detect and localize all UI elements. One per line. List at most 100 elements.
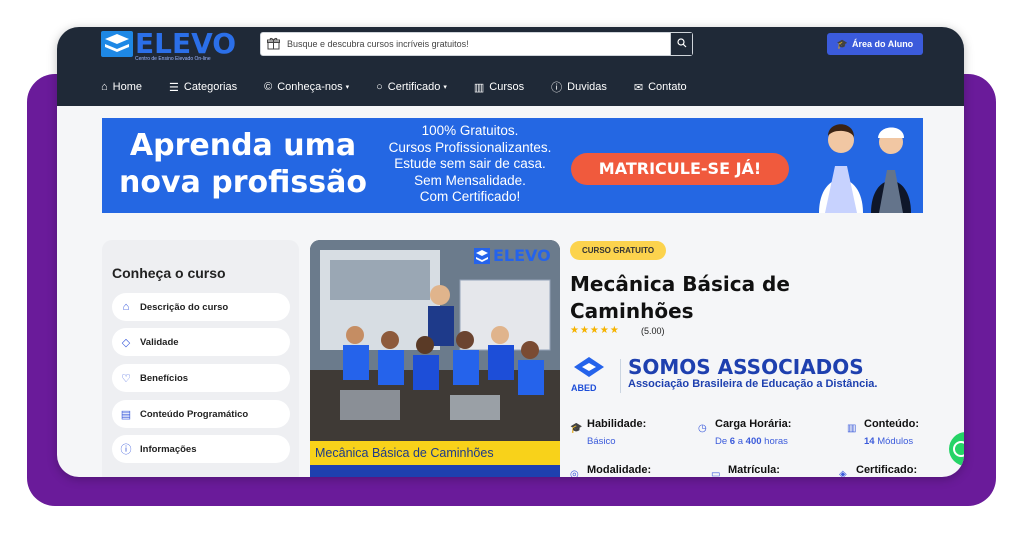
free-course-badge: CURSO GRATUITO	[570, 241, 667, 260]
course-photo-illustration	[310, 240, 560, 441]
top-navbar: ELEVO Centro de Ensino Elevado On-line 🎓…	[57, 27, 964, 106]
detail-label: Carga Horária:	[715, 418, 792, 430]
course-sidebar: Conheça o curso ⌂ Descrição do curso ◇ Val…	[102, 240, 299, 477]
hours-unit: horas	[764, 436, 788, 447]
rating-stars-icon: ★★★★★	[570, 325, 620, 336]
banner-line: Com Certificado!	[419, 189, 521, 204]
sidebar-item-label: Informações	[140, 443, 197, 455]
search-button[interactable]	[670, 33, 692, 55]
id-card-icon: ▭	[711, 469, 721, 477]
detail-habilidade: 🎓 Habilidade: Básico	[570, 418, 680, 452]
certificate-icon: ◈	[839, 469, 847, 477]
gift-icon: ⌂	[122, 301, 130, 313]
course-cover-image: ELEVO Mecânica Básica de Caminhões	[310, 240, 560, 477]
detail-label: Certificado:	[856, 464, 918, 476]
nav-label: Certificado	[387, 81, 441, 93]
detail-label: Conteúdo:	[864, 418, 919, 430]
clock-icon: ◷	[698, 423, 707, 434]
image-brand-logo: ELEVO	[474, 246, 554, 265]
enroll-cta-button[interactable]: MATRICULE-SE JÁ!	[571, 153, 789, 185]
graduation-cap-icon: 🎓	[836, 39, 849, 49]
nav-label: Categorias	[183, 81, 238, 93]
whatsapp-button[interactable]	[949, 432, 964, 466]
sidebar-title: Conheça o curso	[112, 265, 226, 281]
nav-label: Contato	[648, 81, 687, 93]
association-subtitle: Associação Brasileira de Educação a Dist…	[628, 378, 878, 390]
home-icon: ⌂	[101, 81, 108, 93]
detail-value: Básico	[587, 436, 616, 447]
hours-max: 400	[745, 436, 762, 447]
detail-value: 14 Módulos	[864, 436, 913, 447]
detail-label: Matrícula:	[728, 464, 780, 476]
banner-headline: Aprenda uma nova profissão	[119, 128, 367, 200]
sidebar-item-label: Descrição do curso	[140, 301, 229, 313]
nav-label: Cursos	[489, 81, 525, 93]
brand-logo[interactable]: ELEVO Centro de Ensino Elevado On-line	[101, 27, 236, 65]
banner-line: Sem Mensalidade.	[414, 172, 526, 188]
logo-mark-icon	[101, 31, 133, 57]
whatsapp-icon	[953, 441, 964, 457]
image-bottom-strip	[310, 465, 560, 477]
list-icon: ▤	[120, 408, 132, 421]
shield-icon: ◇	[121, 336, 131, 349]
abed-logo-text: ABED	[571, 383, 597, 393]
divider	[620, 359, 621, 393]
globe-icon: ◎	[570, 469, 579, 477]
hours-connector: a	[737, 436, 744, 447]
search-input[interactable]	[287, 36, 667, 52]
promo-banner[interactable]: Aprenda uma nova profissão 100% Gratuito…	[102, 118, 923, 213]
search-icon	[676, 38, 686, 48]
banner-benefits: 100% Gratuitos. Cursos Profissionalizant…	[368, 123, 572, 206]
info-icon: ⓘ	[120, 444, 132, 456]
graduation-cap-icon: 🎓	[570, 423, 583, 434]
gift-icon	[267, 37, 280, 53]
detail-carga-horaria: ◷ Carga Horária: De 6 a 400 horas	[698, 418, 828, 452]
sidebar-item-label: Benefícios	[140, 372, 189, 384]
books-icon: ▥	[473, 81, 485, 94]
mail-icon: ✉	[633, 81, 644, 94]
nav-item-duvidas[interactable]: ⓘ Duvidas	[551, 79, 607, 95]
sidebar-item-conteudo[interactable]: ▤ Conteúdo Programático	[112, 400, 290, 428]
sidebar-item-beneficios[interactable]: ♡ Benefícios	[112, 364, 290, 392]
nav-item-certificado[interactable]: ○ Certificado ▾	[376, 81, 447, 93]
detail-matricula: ▭ Matrícula:	[711, 464, 821, 477]
modules-unit: Módulos	[877, 436, 914, 447]
hours-prefix: De	[715, 436, 728, 447]
student-area-label: Área do Aluno	[852, 39, 914, 49]
student-area-button[interactable]: 🎓 Área do Aluno	[827, 33, 923, 55]
nav-label: Duvidas	[567, 81, 607, 93]
main-nav: ⌂ Home ☰ Categorias © Conheça-nos ▾ ○ Certifi…	[101, 77, 714, 97]
course-title: Mecânica Básica de Caminhões	[570, 272, 790, 323]
books-icon: ▥	[847, 423, 857, 434]
copyright-icon: ©	[264, 81, 273, 93]
brand-tagline: Centro de Ensino Elevado On-line	[135, 56, 211, 62]
sidebar-item-label: Validade	[140, 336, 179, 348]
nav-label: Conheça-nos	[277, 81, 343, 93]
chevron-down-icon: ▾	[345, 84, 350, 91]
nav-item-cursos[interactable]: ▥ Cursos	[474, 81, 524, 94]
hours-min: 6	[729, 436, 736, 447]
banner-line: Estude sem sair de casa.	[394, 156, 546, 171]
detail-label: Habilidade:	[587, 418, 647, 430]
sidebar-item-descricao[interactable]: ⌂ Descrição do curso	[112, 293, 290, 321]
nav-item-contato[interactable]: ✉ Contato	[634, 81, 687, 94]
image-caption: Mecânica Básica de Caminhões	[310, 441, 560, 465]
sidebar-item-validade[interactable]: ◇ Validade	[112, 328, 290, 356]
banner-line: 100% Gratuitos.	[421, 123, 519, 138]
association-title: SOMOS ASSOCIADOS	[628, 355, 864, 379]
nav-item-conheca-nos[interactable]: © Conheça-nos ▾	[264, 81, 349, 93]
detail-conteudo: ▥ Conteúdo: 14 Módulos	[847, 418, 937, 452]
chevron-down-icon: ▾	[443, 84, 447, 91]
modules-count: 14	[864, 436, 875, 447]
detail-label: Modalidade:	[587, 464, 652, 476]
circle-icon: ○	[376, 81, 383, 93]
nav-item-categorias[interactable]: ☰ Categorias	[169, 81, 237, 94]
sidebar-item-informacoes[interactable]: ⓘ Informações	[112, 435, 290, 463]
nav-item-home[interactable]: ⌂ Home	[101, 81, 142, 93]
rating-value: (5.00)	[641, 326, 665, 336]
detail-modalidade: ◎ Modalidade:	[570, 464, 680, 477]
detail-value: De 6 a 400 horas	[715, 436, 788, 447]
question-icon: ⓘ	[551, 82, 563, 94]
banner-people-illustration	[819, 124, 911, 213]
heart-icon: ♡	[121, 372, 131, 385]
